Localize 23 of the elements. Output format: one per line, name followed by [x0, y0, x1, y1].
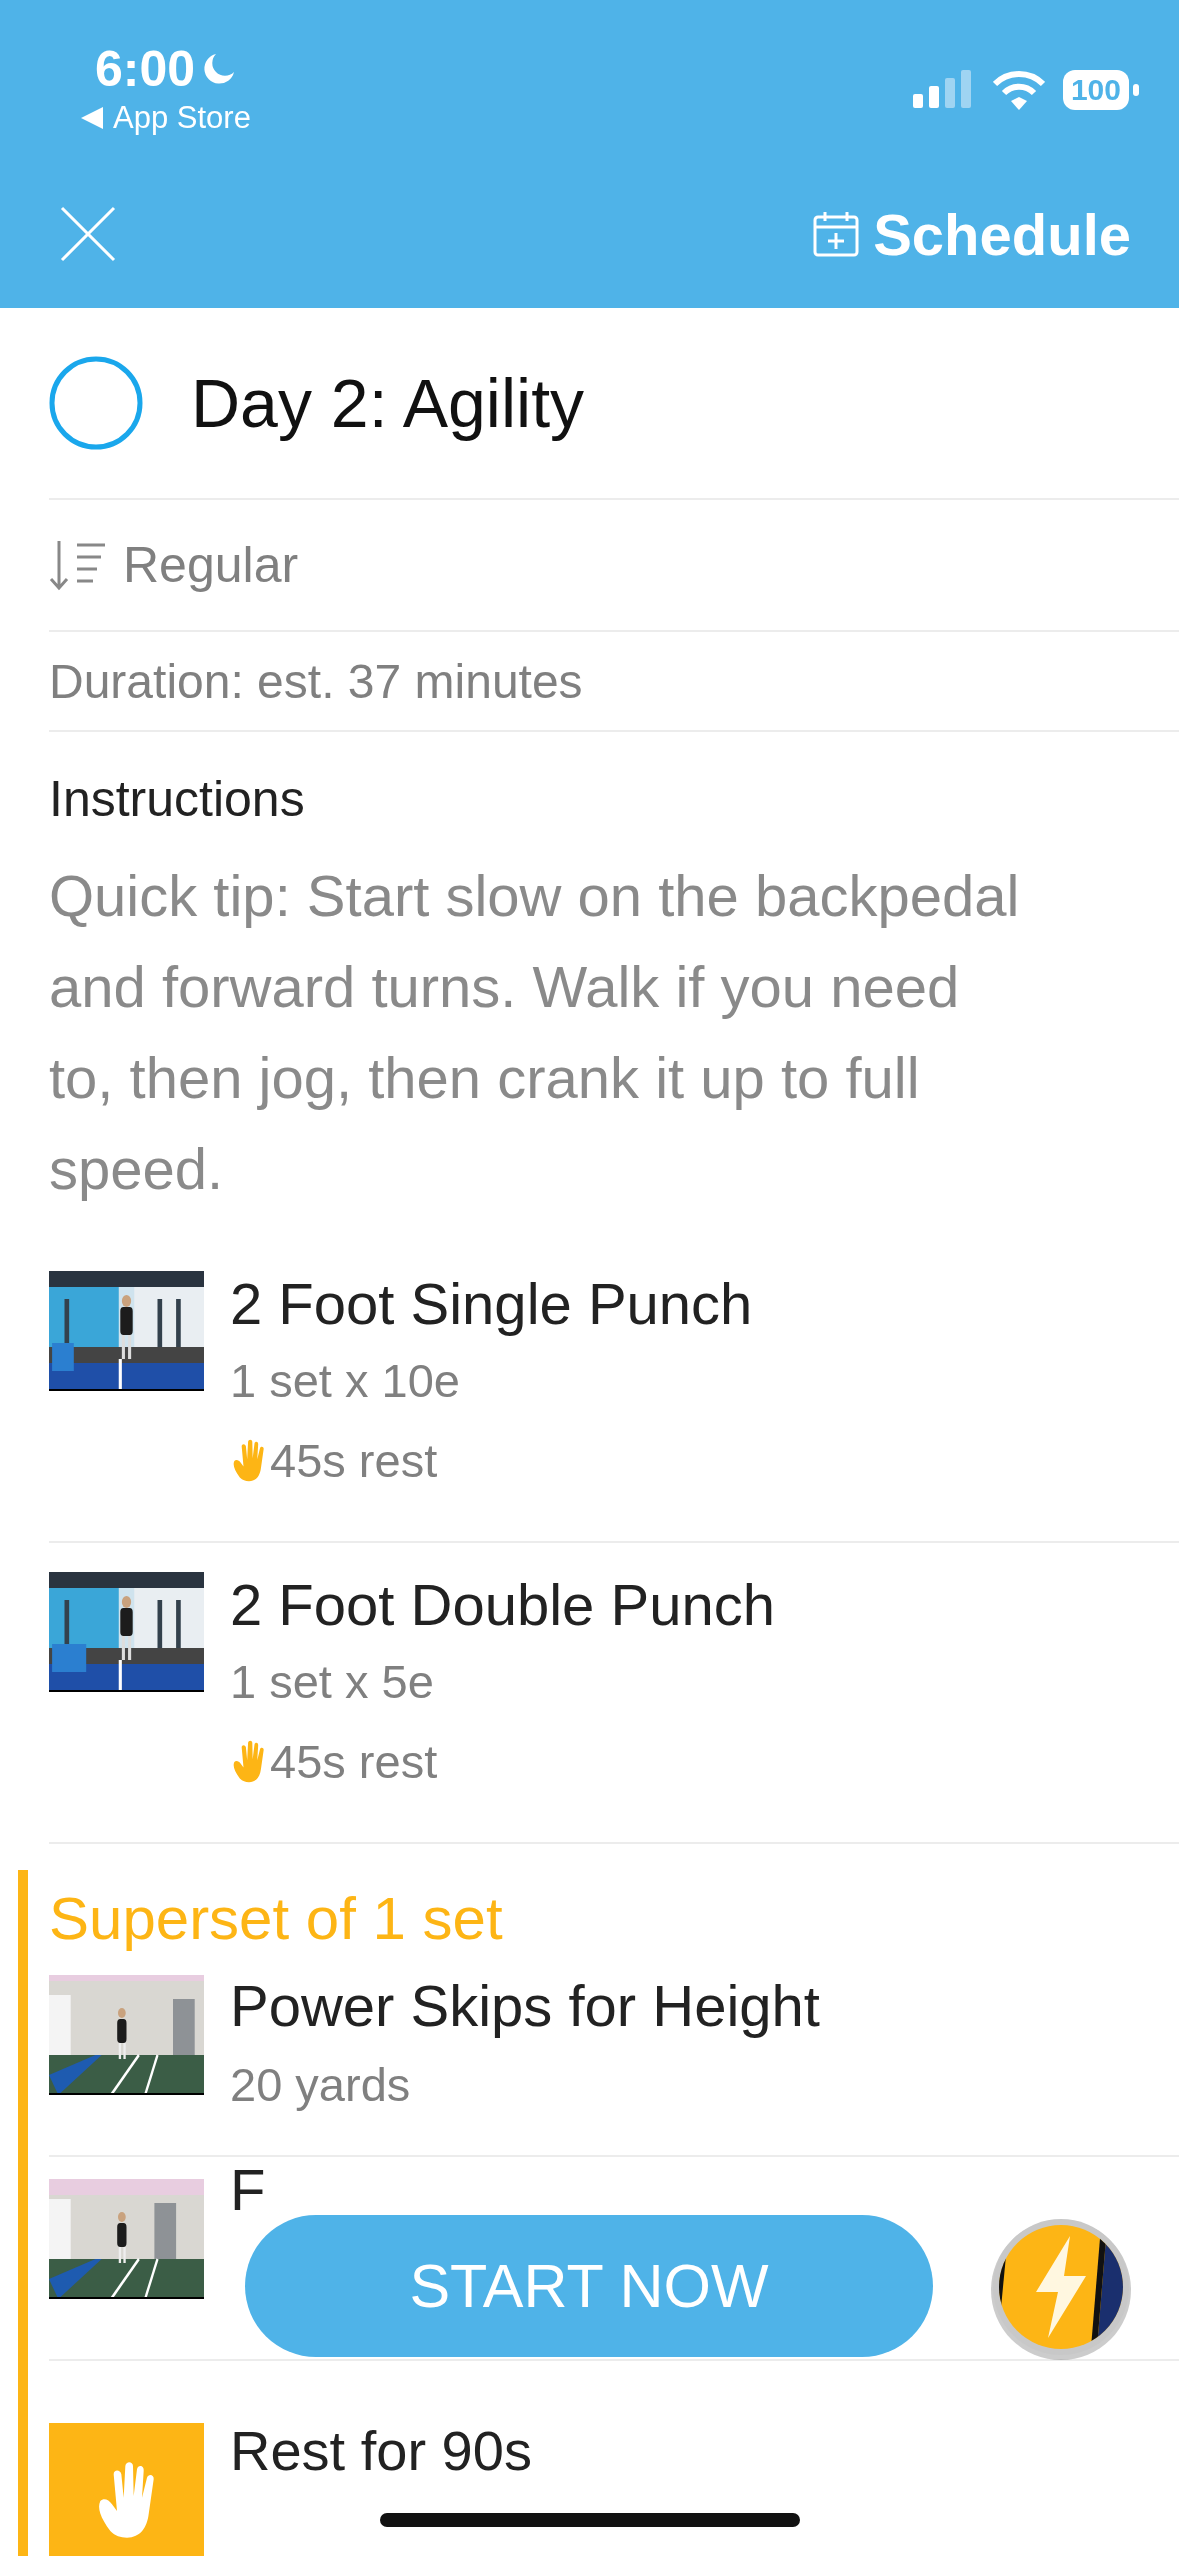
battery-level: 100: [1062, 70, 1129, 110]
completion-circle[interactable]: [49, 356, 143, 450]
back-triangle-icon[interactable]: [81, 107, 104, 129]
rest-title: Rest for 90s: [230, 2423, 532, 2479]
order-label[interactable]: Regular: [123, 536, 299, 594]
exercise-detail: 20 yards: [230, 2057, 412, 2113]
close-icon[interactable]: [60, 206, 116, 262]
sort-icon[interactable]: [49, 539, 107, 591]
wifi-icon: [992, 70, 1045, 110]
calendar-plus-icon: [813, 211, 860, 257]
instructions-heading: Instructions: [49, 770, 306, 828]
rest-time: 45s rest: [270, 1433, 438, 1489]
exercise-title[interactable]: 2 Foot Double Punch: [230, 1568, 775, 1642]
instructions-text: Quick tip: Start slow on the backpedal and forward turns. Walk if you need to, then jog, then crank it up to full speed.: [49, 862, 1021, 1203]
exercise-detail: 1 set x 10e: [230, 1353, 461, 1409]
battery-nub-icon: [1133, 84, 1139, 96]
exercise-title[interactable]: 2 Foot Single Punch: [230, 1267, 753, 1341]
superset-label: Superset of 1 set: [49, 1884, 504, 1953]
workout-title: Day 2: Agility: [191, 364, 585, 442]
status-time: 6:00: [94, 40, 196, 98]
exercise-detail: 1 set x 5e: [230, 1654, 435, 1710]
rest-time: 45s rest: [270, 1734, 438, 1790]
duration-text: Duration: est. 37 minutes: [49, 653, 583, 709]
